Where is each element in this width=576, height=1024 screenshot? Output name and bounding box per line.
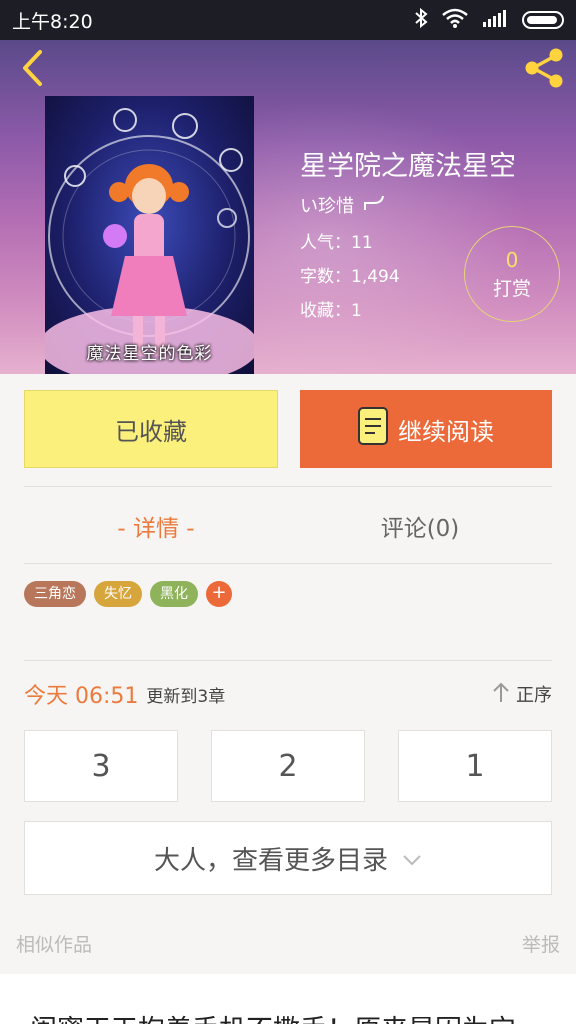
more-catalog-button[interactable]: 大人，查看更多目录 (24, 821, 552, 895)
back-button[interactable] (12, 48, 52, 92)
more-catalog-label: 大人，查看更多目录 (153, 845, 388, 876)
status-icons (414, 7, 564, 34)
tip-count: 0 (505, 247, 519, 272)
similar-work-item[interactable]: 闺蜜天天抱着手机不撒手！原来是因为它~ (0, 974, 576, 1024)
tag-item[interactable]: 黑化 (150, 581, 198, 607)
continue-reading-label: 继续阅读 (398, 417, 494, 446)
update-text: 更新到3章 (146, 686, 226, 707)
wifi-icon (442, 8, 468, 33)
collected-label: 已收藏 (115, 417, 187, 446)
battery-icon (522, 11, 564, 29)
continue-reading-button[interactable]: 继续阅读 (300, 390, 552, 468)
tab-detail[interactable]: - 详情 - (24, 490, 288, 562)
status-bar: 上午8:20 (0, 0, 576, 40)
divider (24, 563, 552, 564)
cover-illustration (45, 108, 254, 374)
book-icon (358, 407, 388, 451)
author-name: い珍惜 (300, 196, 354, 217)
cover-caption: 魔法星空的色彩 (86, 344, 213, 364)
tag-item[interactable]: 失忆 (94, 581, 142, 607)
collected-button[interactable]: 已收藏 (24, 390, 278, 468)
add-tag-button[interactable]: + (206, 581, 232, 607)
chevron-down-icon (402, 843, 422, 873)
share-button[interactable] (520, 48, 568, 92)
sort-label: 正序 (516, 685, 552, 706)
bluetooth-icon (414, 7, 428, 34)
book-header: 魔法星空的色彩 星学院之魔法星空 い珍惜 人气：11 字数：1,494 收藏：1… (0, 40, 576, 374)
status-time: 上午8:20 (12, 10, 93, 33)
word-count: 字数：1,494 (300, 267, 400, 287)
book-title: 星学院之魔法星空 (300, 151, 516, 182)
report-link[interactable]: 举报 (522, 930, 560, 957)
tag-list: 三角恋 失忆 黑化 + (24, 581, 232, 607)
update-row: 今天 06:51 更新到3章 正序 (24, 676, 552, 712)
arrow-up-icon (492, 681, 510, 708)
book-cover[interactable]: 魔法星空的色彩 (45, 96, 254, 374)
similar-work-title: 闺蜜天天抱着手机不撒手！原来是因为它~ (30, 1008, 539, 1024)
signal-icon (482, 9, 508, 32)
tag-item[interactable]: 三角恋 (24, 581, 86, 607)
popularity: 人气：11 (300, 233, 373, 253)
tab-comments[interactable]: 评论(0) (288, 490, 552, 562)
author-row[interactable]: い珍惜 (300, 192, 386, 218)
update-time: 今天 06:51 (24, 684, 139, 709)
divider (24, 660, 552, 661)
tip-button[interactable]: 0 打赏 (464, 226, 560, 322)
chapter-item[interactable]: 2 (211, 730, 365, 802)
sort-order-button[interactable]: 正序 (492, 681, 552, 708)
chapter-item[interactable]: 1 (398, 730, 552, 802)
tip-label: 打赏 (492, 277, 531, 300)
similar-works-label: 相似作品 (16, 934, 93, 956)
back-icon (20, 49, 44, 91)
favorites-count: 收藏：1 (300, 301, 362, 321)
chapter-item[interactable]: 3 (24, 730, 178, 802)
author-badge-icon (362, 194, 386, 217)
share-icon (523, 48, 565, 92)
divider (24, 486, 552, 487)
